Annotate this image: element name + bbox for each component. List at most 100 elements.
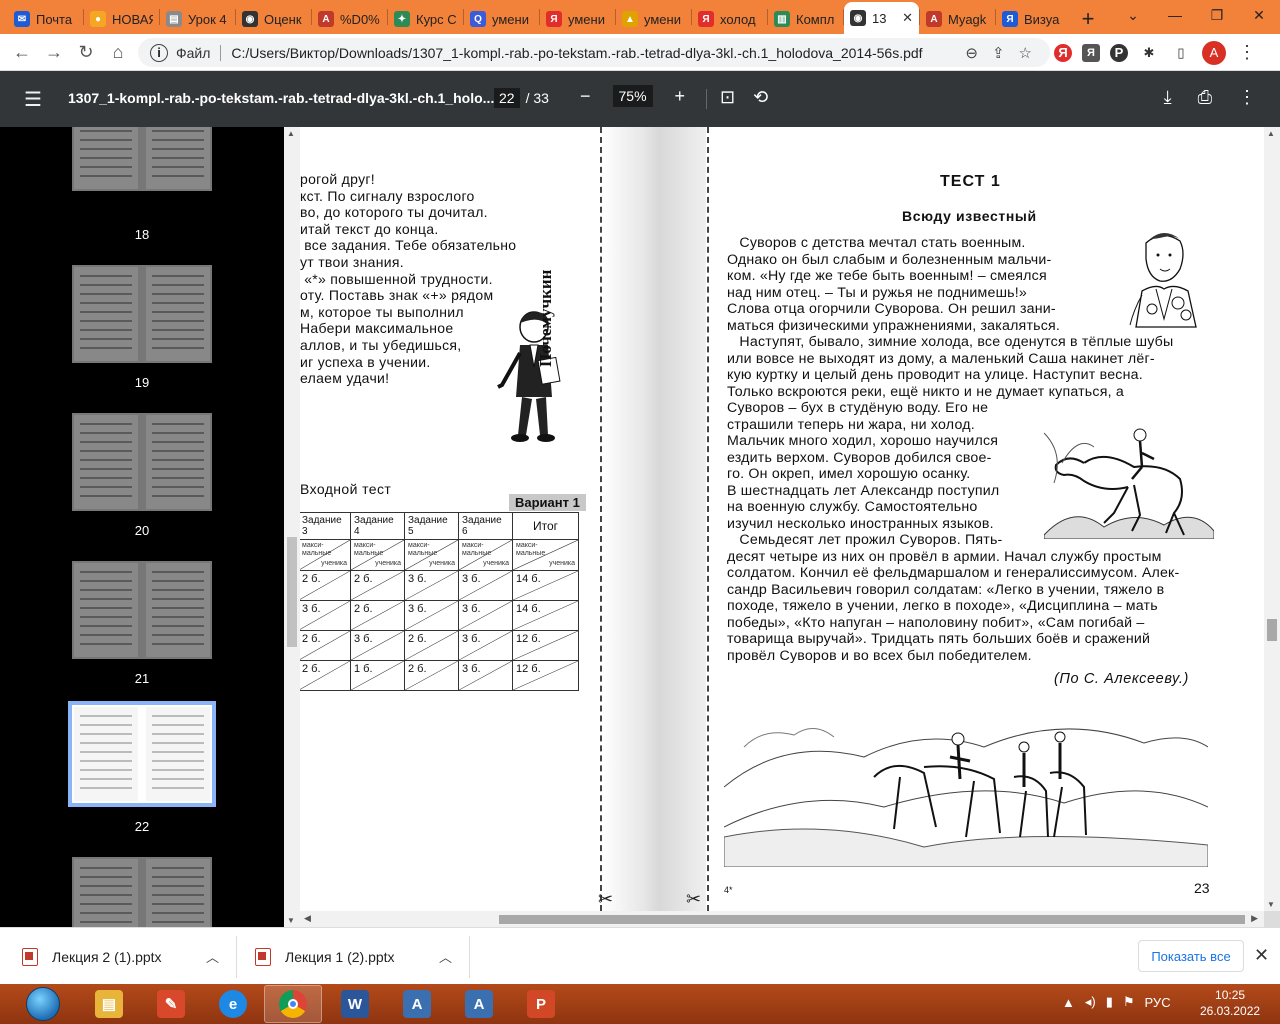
document-icon: ▤ — [166, 11, 182, 27]
side-panel-icon[interactable]: ▯ — [1170, 42, 1192, 64]
clock[interactable]: 10:25 26.03.2022 — [1200, 987, 1260, 1019]
powerpoint-icon[interactable]: P — [512, 985, 570, 1023]
profile-avatar[interactable]: A — [1202, 40, 1226, 65]
chrome-icon[interactable] — [264, 985, 322, 1023]
current-page-input[interactable]: 22 — [494, 88, 520, 108]
scroll-left-arrow-icon[interactable]: ◀ — [304, 913, 311, 924]
tab-search-icon[interactable]: ⌄ — [1112, 0, 1154, 30]
show-all-downloads-button[interactable]: Показать все — [1138, 940, 1244, 972]
tab-title: Урок 4 — [188, 11, 227, 27]
forward-button[interactable]: → — [38, 36, 70, 68]
minimize-button[interactable]: — — [1154, 0, 1196, 30]
browser-tab[interactable]: A %D0% — [312, 4, 387, 34]
page-thumbnail[interactable] — [68, 701, 216, 807]
thumbnail-text-line — [80, 903, 132, 905]
pinterest-extension-icon[interactable]: P — [1110, 43, 1128, 62]
yandex-bookmark-extension-icon[interactable]: Я — [1082, 43, 1100, 62]
horizontal-scroll-thumb[interactable] — [499, 915, 1245, 924]
extensions-area: Я Я P ✱ ▯ A ⋮ — [1054, 38, 1258, 67]
browser-tab[interactable]: Я Визуа — [996, 4, 1071, 34]
browser-tab[interactable]: Яхолод — [692, 4, 767, 34]
back-button[interactable]: ← — [6, 36, 38, 68]
page-thumbnail[interactable] — [72, 561, 212, 659]
windows-taskbar: ▤ ✎ e W A A P ▲ ◂) ▮ ⚑ РУС 10:25 26.03.2… — [0, 984, 1280, 1024]
page-thumbnail[interactable] — [72, 127, 212, 191]
file-explorer-icon[interactable]: ▤ — [80, 985, 138, 1023]
language-indicator[interactable]: РУС — [1145, 995, 1171, 1010]
new-tab-button[interactable]: + — [1071, 4, 1105, 34]
browser-tab[interactable]: A Myagk — [920, 4, 995, 34]
paint-app-icon[interactable]: ✎ — [142, 985, 200, 1023]
word-icon[interactable]: W — [326, 985, 384, 1023]
extensions-puzzle-icon[interactable]: ✱ — [1138, 42, 1160, 64]
close-window-button[interactable]: ✕ — [1238, 0, 1280, 30]
home-button[interactable]: ⌂ — [102, 36, 134, 68]
browser-tab[interactable]: Qумени — [464, 4, 539, 34]
thumbnail-page-preview — [146, 859, 210, 927]
browser-tab[interactable]: ▤ Урок 4 — [160, 4, 235, 34]
start-button[interactable] — [26, 987, 60, 1021]
download-item[interactable]: Лекция 1 (2).pptx ︿ — [255, 928, 465, 985]
zoom-in-button[interactable]: + — [675, 86, 686, 107]
browser-tab[interactable]: ● НОВАЯ — [84, 4, 159, 34]
more-options-icon[interactable]: ⋮ — [1238, 87, 1256, 108]
chevron-up-icon[interactable]: ︿ — [206, 947, 219, 966]
page-thumbnail[interactable] — [72, 857, 212, 927]
page-thumbnail[interactable] — [72, 265, 212, 363]
max-score-value: 2 б. — [354, 573, 373, 585]
reload-button[interactable]: ↻ — [70, 36, 102, 68]
scroll-right-arrow-icon[interactable]: ▶ — [1251, 913, 1258, 924]
download-item[interactable]: Лекция 2 (1).pptx ︿ — [22, 928, 232, 985]
download-icon[interactable]: ⤓ — [1164, 87, 1172, 108]
browser-tab[interactable]: ▲ умени — [616, 4, 691, 34]
close-tab-icon[interactable]: ✕ — [902, 10, 913, 26]
show-hidden-icons-icon[interactable]: ▲ — [1062, 995, 1075, 1010]
pdf-toolbar: ☰ 1307_1-kompl.-rab.-po-tekstam.-rab.-te… — [0, 71, 1280, 127]
scissors-icon: ✂ — [598, 889, 614, 909]
volume-icon[interactable]: ◂) — [1085, 994, 1096, 1010]
sidebar-scroll-thumb[interactable] — [287, 537, 297, 647]
page-thumbnail[interactable] — [72, 413, 212, 511]
browser-tab[interactable]: ▥ Компл — [768, 4, 843, 34]
tab-title: Компл — [796, 11, 835, 27]
intro-text-line: рогой друг! — [300, 171, 375, 187]
yandex-extension-icon[interactable]: Я — [1054, 43, 1072, 62]
zoom-out-button[interactable]: − — [580, 86, 591, 107]
table-subheader-cell: макси-мальные ученика — [300, 539, 351, 571]
info-icon[interactable]: i — [150, 43, 168, 62]
presentation-app-icon[interactable]: A — [388, 985, 446, 1023]
thumbnails-menu-icon[interactable]: ☰ — [24, 87, 46, 112]
document-vertical-scrollbar[interactable]: ▲ ▼ — [1264, 127, 1280, 911]
browser-tab[interactable]: ◉ Оценк — [236, 4, 311, 34]
browser-tab[interactable]: ✦ Курс С — [388, 4, 463, 34]
flag-icon[interactable]: ⚑ — [1123, 994, 1135, 1010]
browser-tab[interactable]: ✉ Почта — [8, 4, 83, 34]
network-icon[interactable]: ▮ — [1106, 994, 1113, 1010]
document-horizontal-scrollbar[interactable]: ◀ ▶ — [300, 911, 1264, 927]
vertical-scroll-thumb[interactable] — [1267, 619, 1277, 641]
scroll-down-arrow-icon[interactable]: ▼ — [1267, 900, 1275, 909]
presentation-app-icon[interactable]: A — [450, 985, 508, 1023]
chevron-up-icon[interactable]: ︿ — [439, 947, 452, 966]
zoom-icon[interactable]: ⊖ — [965, 44, 978, 62]
browser-menu-icon[interactable]: ⋮ — [1236, 42, 1258, 64]
address-bar[interactable]: i Файл C:/Users/Виктор/Downloads/1307_1-… — [138, 38, 1050, 67]
print-icon[interactable]: ⎙ — [1198, 87, 1212, 108]
close-downloads-icon[interactable]: ✕ — [1254, 945, 1269, 966]
scroll-up-arrow-icon[interactable]: ▲ — [287, 129, 295, 138]
scroll-up-arrow-icon[interactable]: ▲ — [1267, 129, 1275, 138]
thumbnail-text-line — [152, 787, 204, 789]
sidebar-scrollbar[interactable]: ▲ ▼ — [284, 127, 300, 927]
share-icon[interactable]: ⇪ — [992, 44, 1005, 62]
fit-page-icon[interactable]: ⊡ — [720, 87, 735, 108]
browser-tab[interactable]: ◉ 13 ✕ — [844, 2, 919, 34]
rotate-icon[interactable]: ⟲ — [753, 87, 768, 108]
thumbnail-text-line — [152, 634, 204, 636]
internet-explorer-icon[interactable]: e — [204, 985, 262, 1023]
scroll-down-arrow-icon[interactable]: ▼ — [287, 916, 295, 925]
browser-tab[interactable]: Яумени — [540, 4, 615, 34]
bookmark-star-icon[interactable]: ☆ — [1019, 44, 1032, 62]
maximize-button[interactable]: ❐ — [1196, 0, 1238, 30]
max-score-value: 3 б. — [462, 603, 481, 615]
zoom-level[interactable]: 75% — [612, 85, 653, 107]
